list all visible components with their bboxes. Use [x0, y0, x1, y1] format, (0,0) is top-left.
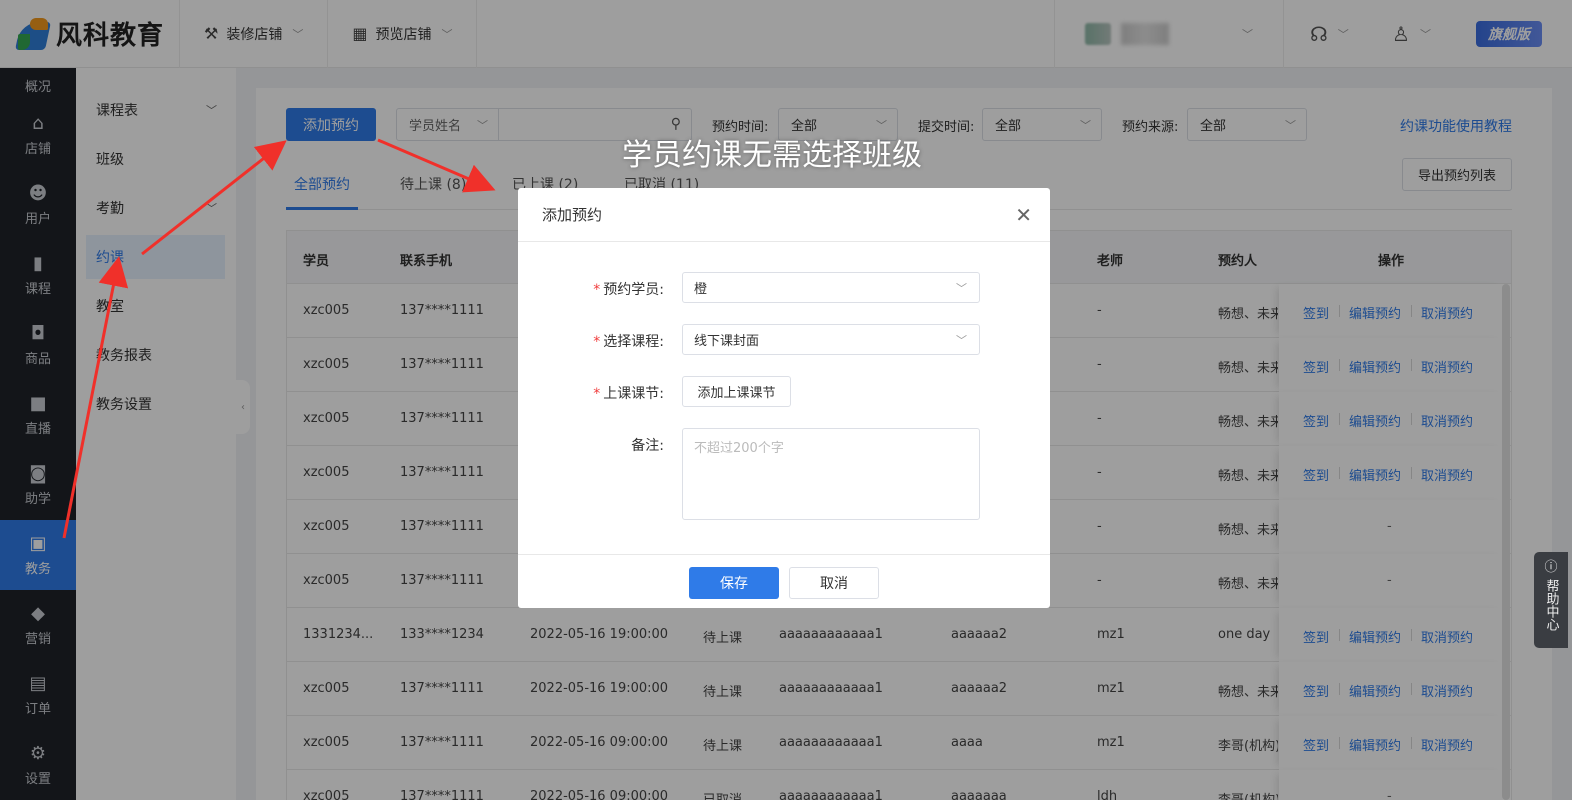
select-value: 线下课封面 — [694, 334, 760, 349]
label-text: 选择课程: — [603, 334, 664, 350]
chevron-down-icon: ﹀ — [956, 281, 967, 295]
course-label: * 选择课程: — [518, 331, 664, 351]
close-icon[interactable]: ✕ — [1015, 203, 1032, 227]
note-textarea[interactable] — [682, 428, 980, 520]
required-mark: * — [593, 282, 601, 298]
save-button[interactable]: 保存 — [689, 567, 779, 599]
help-label: 帮助中心 — [1543, 579, 1559, 631]
chevron-down-icon: ﹀ — [956, 333, 967, 347]
required-mark: * — [593, 386, 601, 402]
help-center-button[interactable]: ⓘ 帮助中心 — [1534, 552, 1568, 648]
question-icon: ⓘ — [1544, 560, 1558, 575]
label-text: 预约学员: — [603, 282, 664, 298]
course-select[interactable]: 线下课封面 ﹀ — [682, 324, 980, 355]
annotation-caption: 学员约课无需选择班级 — [622, 138, 922, 173]
label-text: 上课课节: — [603, 386, 664, 402]
select-value: 橙 — [694, 282, 708, 297]
lesson-label: * 上课课节: — [518, 383, 664, 403]
student-select[interactable]: 橙 ﹀ — [682, 272, 980, 303]
required-mark: * — [593, 334, 601, 350]
add-booking-dialog: 添加预约 ✕ * 预约学员: 橙 ﹀ * 选择课程: 线下课封面 ﹀ * 上课课节: 添加… — [518, 188, 1050, 608]
student-label: * 预约学员: — [518, 279, 664, 299]
cancel-button[interactable]: 取消 — [789, 567, 879, 599]
dialog-title: 添加预约 — [518, 188, 1050, 242]
note-label: 备注: — [631, 438, 664, 454]
add-lesson-button[interactable]: 添加上课课节 — [682, 376, 791, 407]
dialog-footer: 保存 取消 — [518, 554, 1050, 608]
